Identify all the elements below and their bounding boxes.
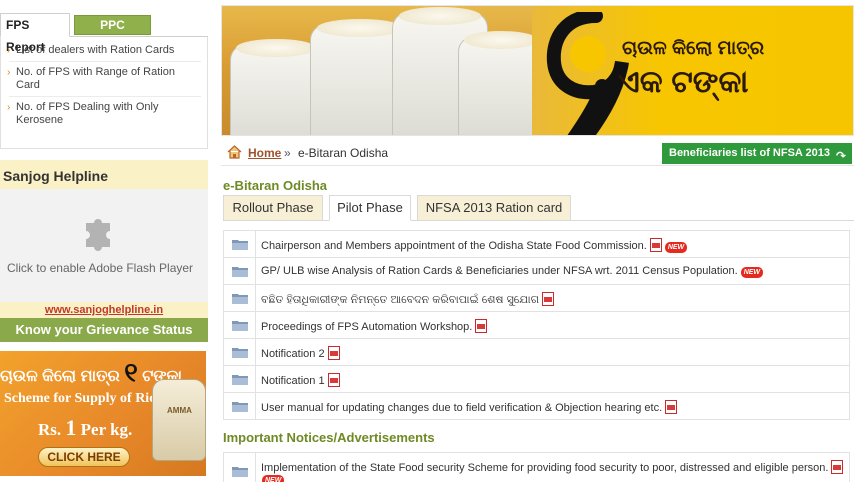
folder-icon (232, 267, 248, 277)
folder-icon (232, 402, 248, 412)
list-item[interactable]: ବଛିତ ହିତାଧିକାରୀଙ୍କ ନିମନ୍ତେ ଆବେଦନ କରିବାପା… (224, 285, 849, 312)
hero-odia-line1: ଚାଉଳ କିଲୋ ମାତ୍ର (622, 38, 765, 59)
folder-icon (232, 294, 248, 304)
banner-rs: Rs. (38, 420, 62, 439)
banner-click-here-button[interactable]: CLICK HERE (38, 447, 130, 467)
document-link[interactable]: ବଛିତ ହିତାଧିକାରୀଙ୍କ ନିମନ୍ତେ ଆବେଦନ କରିବାପା… (261, 294, 539, 306)
report-link-dealers[interactable]: › List of dealers with Ration Cards (7, 40, 201, 62)
left-sidebar: FPS Report PPC Report › List of dealers … (0, 0, 210, 482)
sack-label: AMMA (167, 406, 192, 415)
home-icon (227, 145, 242, 159)
arrow-right-icon: › (7, 67, 11, 78)
banner-odia-heading: ଚାଉଳ କିଲୋ ମାତ୍ର ୧ ଟଙ୍କା (0, 357, 182, 389)
report-link-kerosene[interactable]: › No. of FPS Dealing with Only Kerosene (7, 97, 201, 131)
list-item[interactable]: GP/ ULB wise Analysis of Ration Cards & … (224, 258, 849, 285)
tab-rollout-phase[interactable]: Rollout Phase (223, 195, 323, 221)
banner-odia-number: ୧ (124, 357, 138, 387)
banner-price: Rs. 1 Per kg. (38, 415, 132, 441)
pdf-icon[interactable] (542, 292, 555, 306)
pdf-icon[interactable] (327, 373, 340, 387)
section-title: e-Bitaran Odisha (223, 178, 328, 193)
flash-placeholder[interactable]: Click to enable Adobe Flash Player (0, 189, 208, 302)
list-item[interactable]: Notification 2 (224, 339, 849, 366)
banner-odia-line: ଚାଉଳ କିଲୋ ମାତ୍ର (0, 368, 120, 385)
report-link-label: No. of FPS Dealing with Only Kerosene (16, 101, 159, 126)
breadcrumb-current: e-Bitaran Odisha (298, 146, 389, 160)
list-item[interactable]: Implementation of the State Food securit… (224, 453, 849, 482)
folder-icon (232, 467, 248, 477)
flash-message: Click to enable Adobe Flash Player (6, 261, 194, 275)
breadcrumb-separator: » (284, 146, 291, 160)
document-link[interactable]: Notification 2 (261, 348, 325, 360)
new-badge: NEW (664, 242, 688, 253)
folder-icon-cell (224, 393, 256, 419)
rice-scheme-banner[interactable]: ଚାଉଳ କିଲୋ ମାତ୍ର ୧ ଟଙ୍କା Scheme for Suppl… (0, 351, 206, 476)
pdf-icon[interactable] (665, 400, 678, 414)
folder-icon-cell (224, 231, 256, 257)
report-link-label: No. of FPS with Range of Ration Card (16, 66, 175, 91)
folder-icon (232, 240, 248, 250)
folder-icon-cell (224, 285, 256, 311)
new-badge: NEW (740, 267, 764, 278)
breadcrumb: Home » e-Bitaran Odisha Beneficiaries li… (221, 142, 854, 166)
folder-icon-cell (224, 453, 256, 482)
folder-icon (232, 321, 248, 331)
pdf-icon[interactable] (475, 319, 488, 333)
sanjog-helpline-link[interactable]: www.sanjoghelpline.in (0, 302, 208, 318)
banner-per-kg: Per kg. (80, 420, 133, 439)
main-content: ଚାଉଳ କିଲୋ ମାତ୍ର ଏକ ଟଙ୍କା Home » e-Bitara… (221, 0, 854, 482)
beneficiaries-list-button[interactable]: Beneficiaries list of NFSA 2013 ↷ (662, 143, 852, 164)
document-list: Chairperson and Members appointment of t… (223, 230, 850, 420)
hero-odia-line2: ଏକ ଟଙ୍କା (618, 64, 749, 99)
document-link[interactable]: Chairperson and Members appointment of t… (261, 240, 647, 252)
list-item[interactable]: Notification 1 (224, 366, 849, 393)
list-item[interactable]: Chairperson and Members appointment of t… (224, 231, 849, 258)
notices-list: Implementation of the State Food securit… (223, 452, 850, 482)
sanjog-helpline-title: Sanjog Helpline (0, 160, 208, 189)
document-link[interactable]: GP/ ULB wise Analysis of Ration Cards & … (261, 265, 738, 277)
puzzle-plugin-icon (86, 219, 110, 251)
breadcrumb-home-link[interactable]: Home (248, 146, 281, 160)
list-item[interactable]: Proceedings of FPS Automation Workshop. (224, 312, 849, 339)
beneficiaries-list-label: Beneficiaries list of NFSA 2013 (669, 147, 830, 159)
arrow-right-icon: › (7, 102, 11, 113)
link-arrow-icon: ↷ (835, 149, 846, 163)
hero-banner: ଚାଉଳ କିଲୋ ମାତ୍ର ଏକ ଟଙ୍କା (221, 5, 854, 136)
hero-rice-sacks-image (222, 6, 552, 135)
tab-nfsa-2013-ration-card[interactable]: NFSA 2013 Ration card (417, 195, 571, 221)
new-badge: NEW (262, 475, 285, 482)
report-link-fps-range[interactable]: › No. of FPS with Range of Ration Card (7, 62, 201, 97)
folder-icon-cell (224, 339, 256, 365)
report-link-label: List of dealers with Ration Cards (16, 44, 175, 56)
folder-icon-cell (224, 366, 256, 392)
arrow-right-icon: › (7, 45, 11, 56)
folder-icon-cell (224, 258, 256, 284)
rice-sack (230, 39, 322, 135)
document-link[interactable]: User manual for updating changes due to … (261, 402, 662, 414)
pdf-icon[interactable] (831, 460, 844, 474)
pdf-icon[interactable] (649, 238, 662, 252)
list-item[interactable]: User manual for updating changes due to … (224, 393, 849, 420)
pdf-icon[interactable] (327, 346, 340, 360)
banner-one: 1 (65, 415, 77, 440)
banner-scheme-text: Scheme for Supply of Rice (4, 391, 162, 406)
document-link[interactable]: Notification 1 (261, 375, 325, 387)
folder-icon-cell (224, 312, 256, 338)
grievance-status-button[interactable]: Know your Grievance Status (0, 318, 208, 342)
report-list: › List of dealers with Ration Cards › No… (0, 37, 208, 149)
report-tabs: FPS Report PPC Report (0, 11, 208, 54)
phase-tabs: Rollout Phase Pilot Phase NFSA 2013 Rati… (223, 195, 854, 221)
notices-title: Important Notices/Advertisements (223, 430, 435, 445)
folder-icon (232, 375, 248, 385)
tab-pilot-phase[interactable]: Pilot Phase (329, 195, 411, 221)
tab-fps-report[interactable]: FPS Report (0, 13, 70, 54)
document-link[interactable]: Proceedings of FPS Automation Workshop. (261, 321, 472, 333)
rice-sack-image: AMMA (152, 379, 206, 461)
folder-icon (232, 348, 248, 358)
tab-ppc-report[interactable]: PPC Report (74, 15, 151, 50)
notice-link[interactable]: Implementation of the State Food securit… (261, 462, 828, 474)
